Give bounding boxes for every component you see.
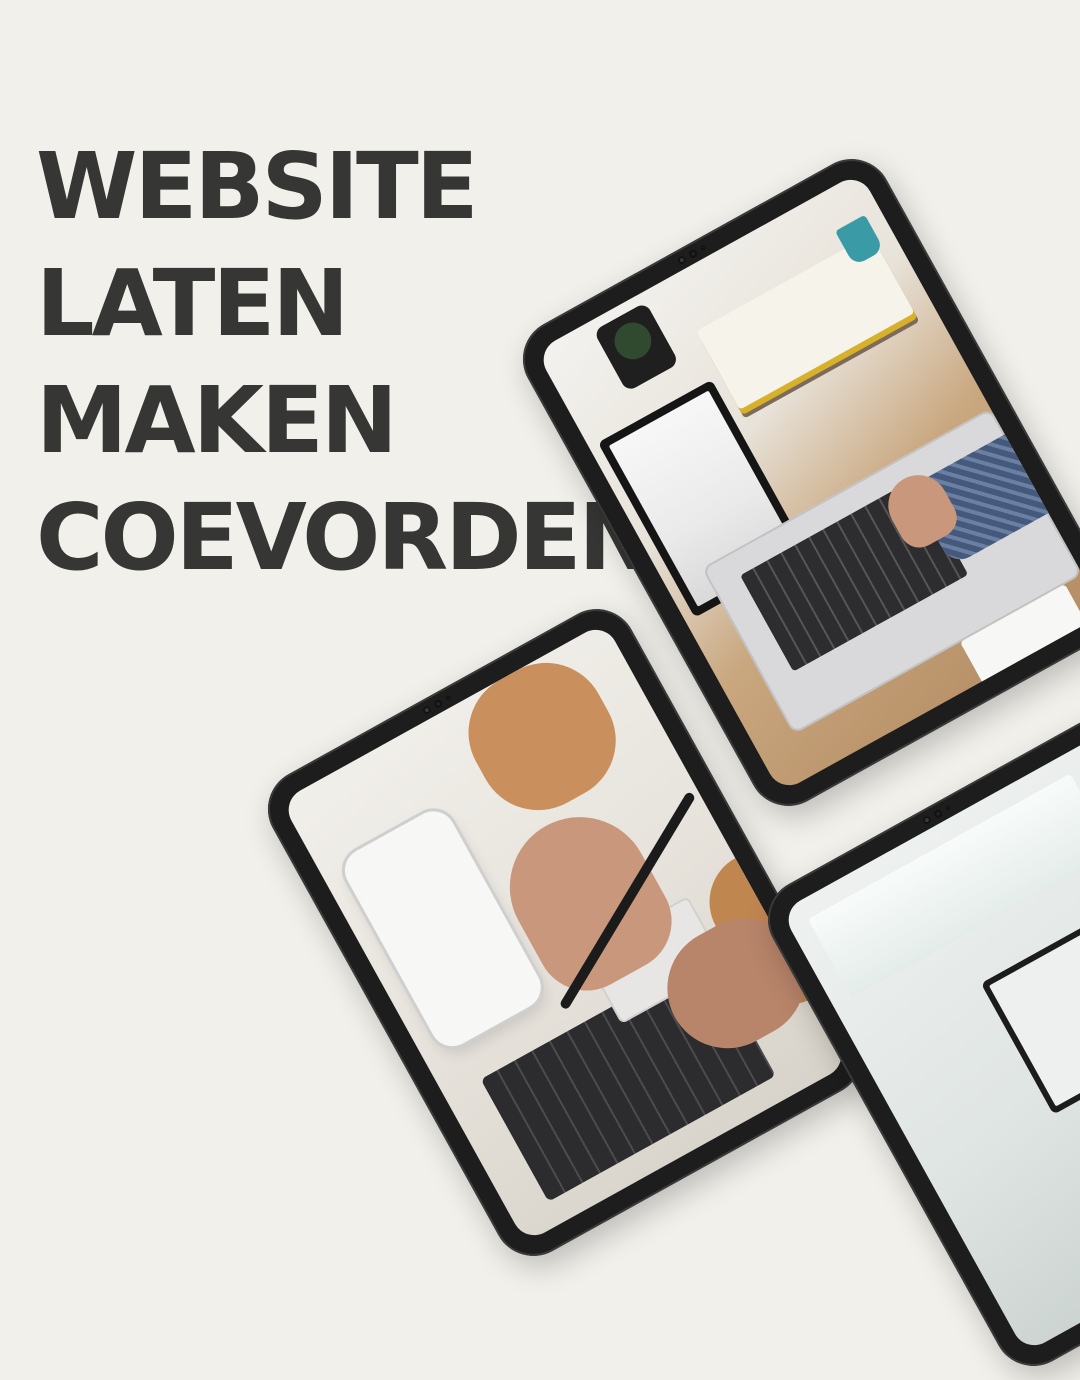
phone-shape	[337, 803, 549, 1055]
sleeve-shape	[446, 641, 638, 832]
book-shape	[696, 234, 915, 410]
title-line-1: WEBSITE	[36, 133, 479, 240]
title-line-4: COEVORDEN	[36, 484, 655, 591]
plant-shape	[593, 301, 680, 393]
laptop-shape	[980, 886, 1080, 1115]
